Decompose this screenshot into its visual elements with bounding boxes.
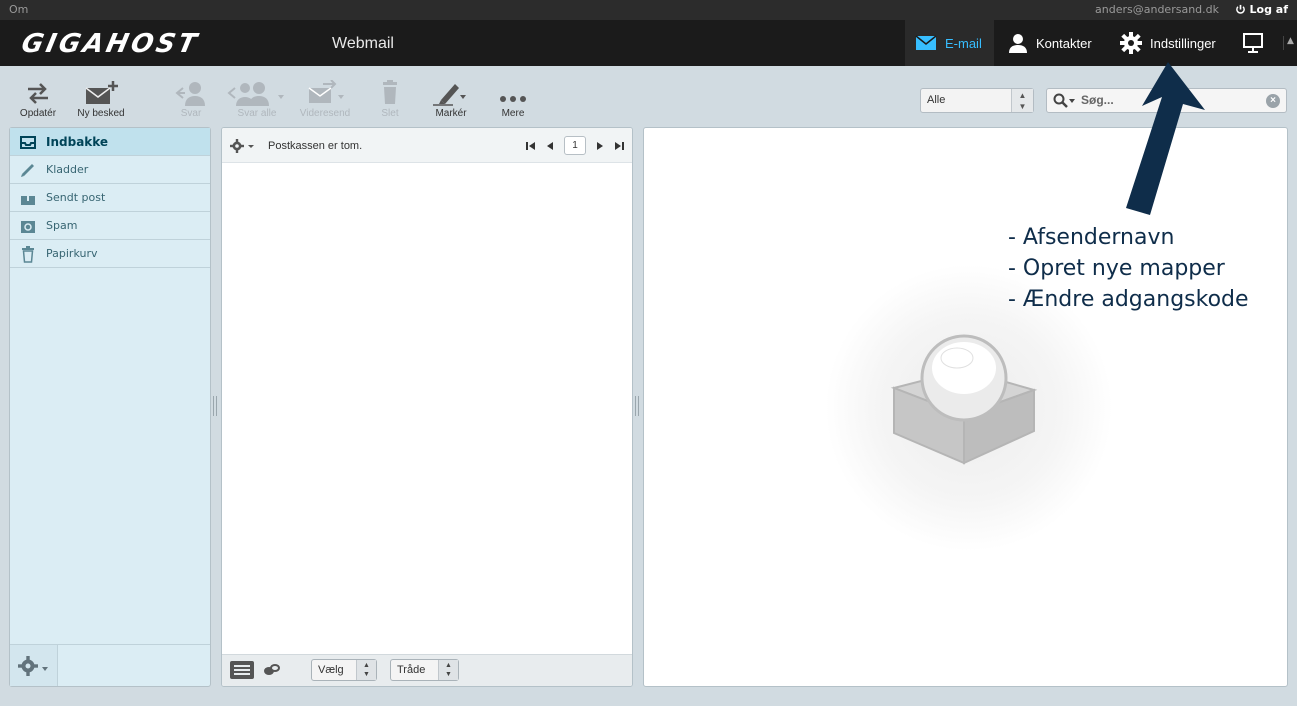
delete-button[interactable]: Slet	[355, 80, 425, 119]
threads-view-icon[interactable]	[263, 663, 281, 677]
refresh-icon	[28, 83, 48, 104]
mark-label: Markér	[435, 108, 467, 119]
annotation-line: - Afsendernavn	[1008, 225, 1175, 250]
gear-icon	[18, 656, 48, 676]
list-splitter-handle[interactable]	[635, 396, 639, 416]
select-dropdown[interactable]: Vælg ▲ ▼	[311, 659, 377, 681]
filter-value: Alle	[927, 94, 946, 106]
folder-label: Sendt post	[46, 191, 106, 204]
threads-dropdown[interactable]: Tråde ▲ ▼	[390, 659, 459, 681]
next-page-icon[interactable]	[596, 141, 604, 151]
collapse-header-button[interactable]: ▲	[1283, 36, 1297, 50]
search-icon[interactable]	[1053, 93, 1077, 109]
header: GIGAHOST Webmail E-mail Kontakter Indsti…	[0, 20, 1297, 66]
folder-panel-footer	[10, 644, 210, 686]
folder-inbox[interactable]: Indbakke	[10, 128, 210, 156]
list-options-icon[interactable]	[230, 139, 256, 153]
empty-mailbox-text: Postkassen er tom.	[268, 140, 363, 152]
folder-drafts[interactable]: Kladder	[10, 156, 210, 184]
envelope-icon	[915, 35, 937, 50]
nav-contacts[interactable]: Kontakter	[998, 20, 1102, 66]
forward-icon	[308, 80, 344, 103]
folder-label: Papirkurv	[46, 247, 98, 260]
logout-button[interactable]: Log af	[1235, 3, 1288, 16]
reply-all-label: Svar alle	[237, 108, 277, 119]
nav-contacts-label: Kontakter	[1036, 35, 1092, 51]
about-link[interactable]: Om	[9, 3, 28, 16]
power-icon	[1235, 4, 1245, 14]
list-view-icon[interactable]	[230, 661, 254, 679]
message-list: Postkassen er tom. 1 Vælg ▲ ▼ Tråde ▲ ▼	[221, 127, 633, 687]
sent-icon	[21, 189, 35, 205]
select-label: Vælg	[318, 664, 344, 676]
folder-options-button[interactable]	[10, 645, 58, 686]
top-bar: Om anders@andersand.dk Log af	[0, 0, 1297, 20]
forward-label: Videresend	[299, 108, 351, 119]
folder-splitter-handle[interactable]	[213, 396, 217, 416]
pencil-icon	[21, 164, 34, 177]
compose-button[interactable]: Ny besked	[66, 80, 136, 119]
folder-label: Spam	[46, 219, 78, 232]
forward-button[interactable]: Videresend	[290, 80, 360, 119]
delete-label: Slet	[381, 108, 399, 119]
annotation-text: - Afsendernavn - Opret nye mapper - Ændr…	[1008, 222, 1249, 315]
spam-icon	[21, 221, 35, 233]
user-email: anders@andersand.dk	[1095, 3, 1219, 16]
page-number-input[interactable]: 1	[564, 136, 586, 155]
filter-select[interactable]: Alle ▲ ▼	[920, 88, 1034, 113]
reply-all-icon	[227, 82, 284, 106]
select-arrows-icon: ▲ ▼	[356, 660, 376, 680]
logout-label: Log af	[1249, 3, 1288, 16]
toolbar: Opdatér Ny besked Svar Svar alle Videres…	[0, 66, 1297, 128]
annotation-arrow-icon	[1126, 62, 1205, 215]
pager: 1	[526, 136, 624, 155]
folder-label: Indbakke	[46, 134, 109, 149]
trash-icon	[383, 80, 397, 104]
folder-spam[interactable]: Spam	[10, 212, 210, 240]
more-label: Mere	[501, 108, 525, 119]
refresh-label: Opdatér	[19, 108, 57, 119]
first-page-icon[interactable]	[526, 141, 536, 151]
reply-button[interactable]: Svar	[156, 80, 226, 119]
folder-trash[interactable]: Papirkurv	[10, 240, 210, 268]
compose-label: Ny besked	[77, 108, 125, 119]
watermark-logo-icon	[890, 334, 1038, 465]
nav-email-label: E-mail	[945, 35, 982, 51]
select-arrows-icon: ▲ ▼	[1011, 89, 1033, 112]
app-name: Webmail	[332, 35, 394, 52]
reply-label: Svar	[180, 108, 202, 119]
annotation-line: - Opret nye mapper	[1008, 256, 1225, 281]
marker-icon	[433, 84, 466, 106]
logo: GIGAHOST	[18, 29, 203, 59]
compose-icon	[85, 81, 118, 104]
folder-panel: Indbakke Kladder Sendt post Spam Papirku…	[9, 127, 211, 687]
annotation-line: - Ændre adgangskode	[1008, 287, 1249, 312]
inbox-icon	[20, 136, 36, 149]
folder-label: Kladder	[46, 163, 89, 176]
more-button[interactable]: Mere	[478, 80, 548, 119]
trash-icon	[22, 246, 34, 263]
reply-all-button[interactable]: Svar alle	[222, 80, 292, 119]
folder-sent[interactable]: Sendt post	[10, 184, 210, 212]
refresh-button[interactable]: Opdatér	[3, 80, 73, 119]
nav-email[interactable]: E-mail	[905, 20, 994, 66]
monitor-icon	[1243, 33, 1263, 53]
reply-icon	[175, 82, 205, 106]
select-arrows-icon: ▲ ▼	[438, 660, 458, 680]
gear-icon	[1120, 32, 1142, 54]
threads-label: Tråde	[397, 664, 426, 676]
search-placeholder: Søg...	[1081, 93, 1114, 107]
last-page-icon[interactable]	[614, 141, 624, 151]
more-icon	[500, 96, 526, 102]
message-list-footer: Vælg ▲ ▼ Tråde ▲ ▼	[222, 654, 632, 686]
nav-screen[interactable]	[1232, 20, 1274, 66]
message-list-header: Postkassen er tom. 1	[222, 128, 632, 163]
previous-page-icon[interactable]	[546, 141, 554, 151]
person-icon	[1009, 34, 1027, 53]
clear-search-icon[interactable]: ×	[1266, 94, 1280, 108]
nav-settings-label: Indstillinger	[1150, 35, 1216, 51]
mark-button[interactable]: Markér	[416, 80, 486, 119]
